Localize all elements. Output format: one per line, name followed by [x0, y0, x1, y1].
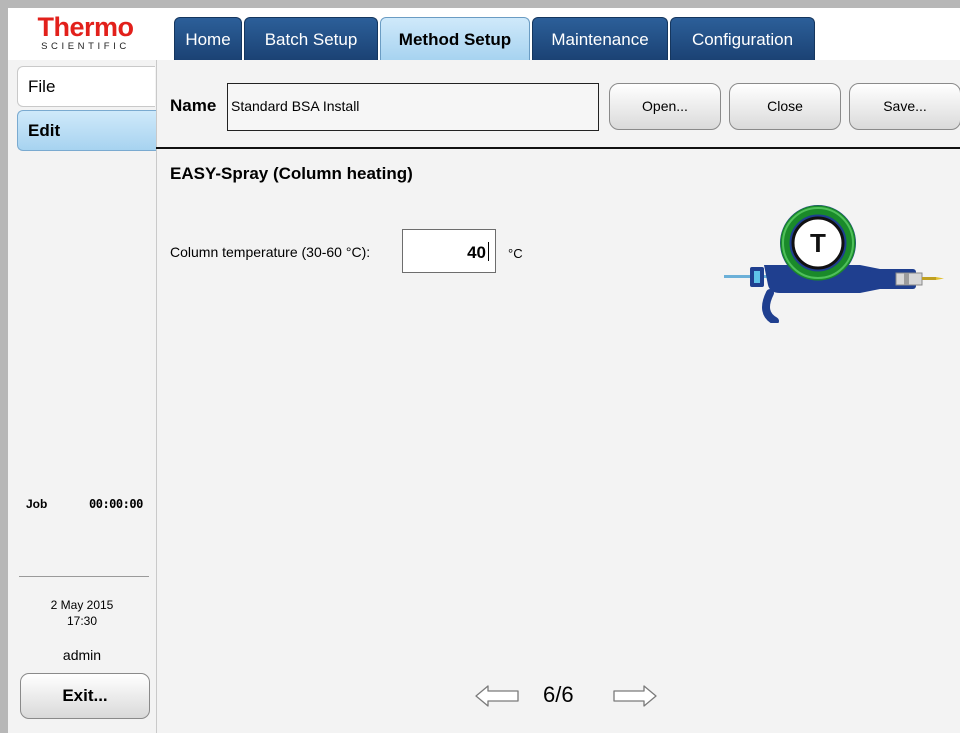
header-divider: [156, 147, 960, 149]
logo-brand: Thermo: [37, 12, 134, 42]
window-frame-left: [0, 0, 8, 733]
thermo-scientific-logo: Thermo SCIENTIFIC: [18, 14, 153, 58]
column-temperature-value: 40: [467, 243, 486, 262]
sidebar-divider: [19, 576, 149, 577]
current-date: 2 May 2015: [50, 598, 114, 612]
method-name-label: Name: [170, 96, 217, 115]
column-temperature-input[interactable]: 40: [402, 229, 496, 273]
temperature-badge-letter: T: [810, 228, 826, 258]
current-user: admin: [62, 647, 102, 663]
tab-maintenance[interactable]: Maintenance: [532, 17, 668, 60]
section-title: EASY-Spray (Column heating): [170, 164, 413, 183]
fitting-highlight: [754, 271, 760, 283]
job-timer: 00:00:00: [89, 497, 143, 511]
sidebar-item-file[interactable]: File: [17, 66, 155, 107]
tubing-shape: [762, 289, 779, 323]
save-button[interactable]: Save...: [849, 83, 960, 130]
sidebar-item-edit[interactable]: Edit: [17, 110, 156, 151]
main-panel: [156, 60, 960, 733]
current-time: 17:30: [66, 614, 98, 628]
tab-method-setup[interactable]: Method Setup: [380, 17, 530, 60]
emitter-band: [904, 273, 909, 285]
text-caret: [488, 242, 489, 261]
sidebar: [8, 60, 156, 733]
job-label: Job: [26, 497, 48, 511]
emitter-needle-tip: [936, 277, 944, 280]
exit-button[interactable]: Exit...: [20, 673, 150, 719]
method-name-field[interactable]: Standard BSA Install: [227, 83, 599, 131]
close-button[interactable]: Close: [729, 83, 841, 130]
previous-page-arrow-icon[interactable]: [474, 683, 520, 709]
page-indicator: 6/6: [543, 682, 574, 707]
column-temperature-label: Column temperature (30-60 °C):: [170, 244, 371, 260]
open-button[interactable]: Open...: [609, 83, 721, 130]
tab-configuration[interactable]: Configuration: [670, 17, 815, 60]
emitter-needle: [922, 277, 936, 280]
tab-batch-setup[interactable]: Batch Setup: [244, 17, 378, 60]
window-frame-top: [0, 0, 960, 8]
tab-home[interactable]: Home: [174, 17, 242, 60]
easy-spray-column-icon: T: [724, 205, 944, 323]
temperature-unit: °C: [508, 246, 523, 261]
logo-sub: SCIENTIFIC: [41, 41, 130, 52]
next-page-arrow-icon[interactable]: [612, 683, 658, 709]
